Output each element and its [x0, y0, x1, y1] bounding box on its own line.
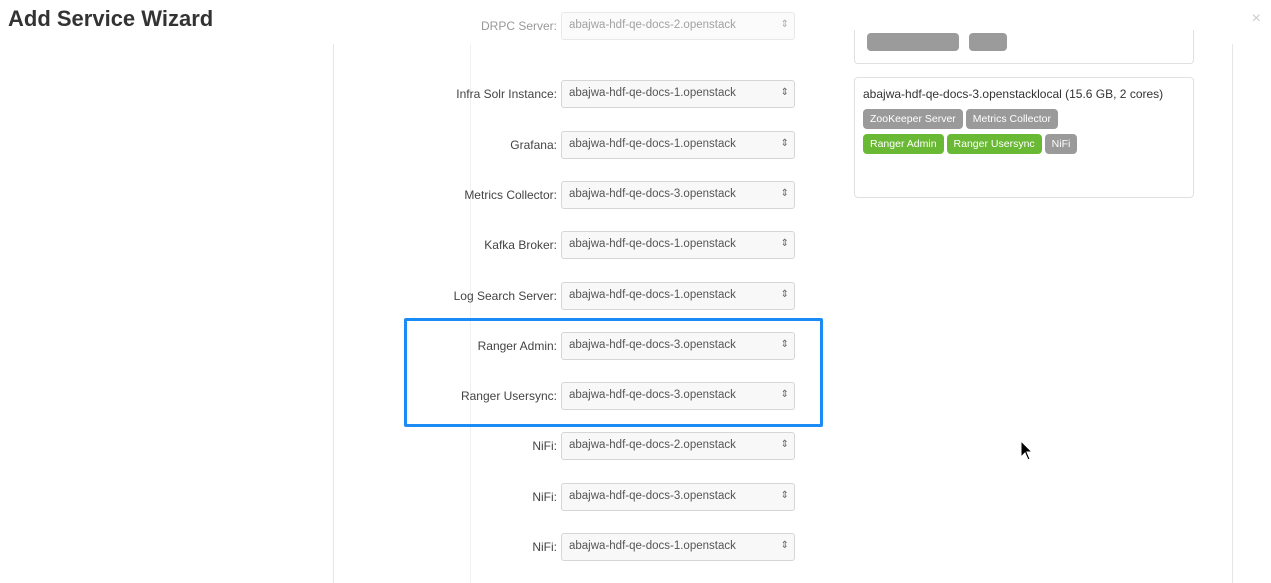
ranger-highlight-box [404, 318, 823, 427]
select-caret-icon: ⇕ [780, 87, 789, 98]
host-select[interactable]: abajwa-hdf-qe-docs-2.openstack ⇕ [561, 12, 795, 40]
component-label: Log Search Server: [453, 289, 557, 303]
host-card-partial [854, 30, 1194, 64]
host-select[interactable]: abajwa-hdf-qe-docs-3.openstack ⇕ [561, 483, 795, 511]
host-select[interactable]: abajwa-hdf-qe-docs-1.openstack ⇕ [561, 282, 795, 310]
host-select-value: abajwa-hdf-qe-docs-1.openstack [569, 540, 736, 552]
select-caret-icon: ⇕ [780, 439, 789, 450]
host-select[interactable]: abajwa-hdf-qe-docs-2.openstack ⇕ [561, 432, 795, 460]
master-row: Infra Solr Instance: abajwa-hdf-qe-docs-1… [333, 80, 813, 110]
host-select-value: abajwa-hdf-qe-docs-1.openstack [569, 87, 736, 99]
component-label: NiFi: [532, 439, 557, 453]
host-select[interactable]: abajwa-hdf-qe-docs-1.openstack ⇕ [561, 131, 795, 159]
badge-partial [867, 33, 959, 51]
select-caret-icon: ⇕ [780, 540, 789, 551]
component-label: Infra Solr Instance: [456, 87, 557, 101]
host-select-value: abajwa-hdf-qe-docs-2.openstack [569, 439, 736, 451]
master-row: Log Search Server: abajwa-hdf-qe-docs-1.o… [333, 282, 813, 312]
component-badge: Metrics Collector [965, 109, 1058, 129]
host-select-value: abajwa-hdf-qe-docs-1.openstack [569, 238, 736, 250]
component-badge: NiFi [1044, 134, 1078, 154]
host-select-value: abajwa-hdf-qe-docs-1.openstack [569, 138, 736, 150]
master-row: NiFi: abajwa-hdf-qe-docs-3.openstack ⇕ [333, 483, 813, 513]
master-row: Kafka Broker: abajwa-hdf-qe-docs-1.openst… [333, 231, 813, 261]
select-caret-icon: ⇕ [780, 138, 789, 149]
master-row: Metrics Collector: abajwa-hdf-qe-docs-3.o… [333, 181, 813, 211]
host-card: abajwa-hdf-qe-docs-3.openstacklocal (15.… [854, 77, 1194, 198]
select-caret-icon: ⇕ [780, 188, 789, 199]
component-badge: Ranger Admin [863, 134, 944, 154]
component-label: NiFi: [532, 540, 557, 554]
host-component-badges: ZooKeeper Server Metrics Collector Ranger … [863, 109, 1185, 159]
host-card-title: abajwa-hdf-qe-docs-3.openstacklocal (15.… [863, 87, 1164, 101]
host-select-value: abajwa-hdf-qe-docs-1.openstack [569, 289, 736, 301]
master-row: Grafana: abajwa-hdf-qe-docs-1.openstack ⇕ [333, 131, 813, 161]
host-select[interactable]: abajwa-hdf-qe-docs-1.openstack ⇕ [561, 80, 795, 108]
component-label: Kafka Broker: [484, 238, 557, 252]
master-row: NiFi: abajwa-hdf-qe-docs-1.openstack ⇕ [333, 533, 813, 563]
component-label: Grafana: [510, 138, 557, 152]
select-caret-icon: ⇕ [780, 490, 789, 501]
host-select-value: abajwa-hdf-qe-docs-2.openstack [569, 19, 736, 31]
component-label: NiFi: [532, 490, 557, 504]
component-label: Metrics Collector: [464, 188, 557, 202]
component-badge: Ranger Usersync [946, 134, 1042, 154]
component-label: DRPC Server: [480, 19, 557, 33]
master-row: DRPC Server: abajwa-hdf-qe-docs-2.opensta… [333, 12, 813, 42]
mouse-cursor-icon [1020, 440, 1034, 461]
master-row: NiFi: abajwa-hdf-qe-docs-2.openstack ⇕ [333, 432, 813, 462]
wizard-title: Add Service Wizard [8, 6, 214, 31]
component-badge: ZooKeeper Server [863, 109, 963, 129]
host-select[interactable]: abajwa-hdf-qe-docs-1.openstack ⇕ [561, 231, 795, 259]
host-select[interactable]: abajwa-hdf-qe-docs-3.openstack ⇕ [561, 181, 795, 209]
select-caret-icon: ⇕ [780, 289, 789, 300]
host-select-value: abajwa-hdf-qe-docs-3.openstack [569, 490, 736, 502]
close-icon[interactable]: × [1252, 10, 1261, 28]
host-select-value: abajwa-hdf-qe-docs-3.openstack [569, 188, 736, 200]
badge-partial [969, 33, 1007, 51]
select-caret-icon: ⇕ [780, 238, 789, 249]
host-select[interactable]: abajwa-hdf-qe-docs-1.openstack ⇕ [561, 533, 795, 561]
select-caret-icon: ⇕ [780, 19, 789, 30]
